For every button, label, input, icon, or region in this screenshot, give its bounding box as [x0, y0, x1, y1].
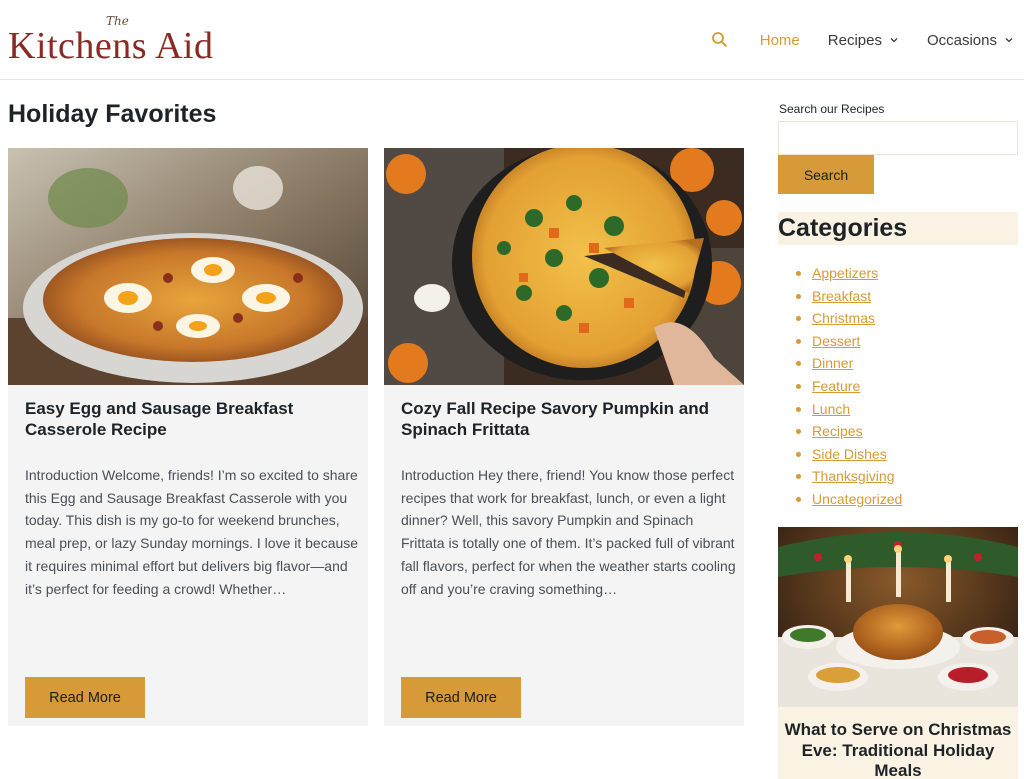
list-item: Dinner: [796, 352, 902, 375]
nav-item-recipes[interactable]: Recipes: [828, 32, 899, 49]
list-item: Christmas: [796, 307, 902, 330]
post-excerpt: Introduction Hey there, friend! You know…: [401, 467, 736, 597]
category-link-lunch[interactable]: Lunch: [812, 401, 850, 417]
category-link-christmas[interactable]: Christmas: [812, 310, 875, 326]
casserole-image[interactable]: [8, 148, 368, 385]
search-icon[interactable]: [710, 30, 730, 50]
nav-item-label: Recipes: [827, 31, 882, 49]
list-item: Feature: [796, 375, 902, 398]
nav-item-label: Home: [759, 31, 800, 49]
category-link-dessert[interactable]: Dessert: [812, 333, 860, 349]
featured-post-card: What to Serve on Christmas Eve: Traditio…: [778, 527, 1018, 779]
page-title: Holiday Favorites: [8, 100, 217, 128]
nav-item-occasions[interactable]: Occasions: [927, 32, 1014, 49]
site-header: The Kitchens Aid Home Recipes Occasions: [0, 0, 1024, 80]
recipe-search-input[interactable]: [778, 121, 1018, 155]
christmas-dinner-image[interactable]: [778, 527, 1018, 707]
chevron-down-icon: [890, 38, 898, 43]
list-item: Lunch: [796, 398, 902, 421]
category-link-feature[interactable]: Feature: [812, 378, 860, 394]
category-link-recipes[interactable]: Recipes: [812, 423, 863, 439]
featured-post-title[interactable]: What to Serve on Christmas Eve: Traditio…: [778, 720, 1018, 779]
category-link-breakfast[interactable]: Breakfast: [812, 288, 871, 304]
list-item: Uncategorized: [796, 488, 902, 511]
nav-item-label: Occasions: [926, 31, 997, 49]
list-item: Appetizers: [796, 262, 902, 285]
frittata-image[interactable]: [384, 148, 744, 385]
post-excerpt: Introduction Welcome, friends! I’m so ex…: [25, 467, 359, 597]
category-link-appetizers[interactable]: Appetizers: [812, 265, 878, 281]
category-link-uncategorized[interactable]: Uncategorized: [812, 491, 902, 507]
post-title[interactable]: Easy Egg and Sausage Breakfast Casserole…: [25, 398, 345, 440]
nav-item-home[interactable]: Home: [760, 32, 800, 49]
search-button[interactable]: Search: [778, 155, 874, 194]
categories-heading: Categories: [778, 212, 1018, 245]
logo-text: Kitchens Aid: [8, 25, 214, 67]
post-card: Cozy Fall Recipe Savory Pumpkin and Spin…: [384, 148, 744, 726]
category-link-dinner[interactable]: Dinner: [812, 355, 853, 371]
read-more-button[interactable]: Read More: [401, 677, 521, 718]
list-item: Side Dishes: [796, 443, 902, 466]
main-nav: Home Recipes Occasions: [710, 26, 1014, 54]
chevron-down-icon: [1005, 38, 1013, 43]
list-item: Thanksgiving: [796, 465, 902, 488]
category-link-thanksgiving[interactable]: Thanksgiving: [812, 468, 895, 484]
site-logo[interactable]: The Kitchens Aid: [8, 14, 224, 66]
post-title[interactable]: Cozy Fall Recipe Savory Pumpkin and Spin…: [401, 398, 721, 440]
list-item: Recipes: [796, 420, 902, 443]
list-item: Dessert: [796, 330, 902, 353]
list-item: Breakfast: [796, 285, 902, 308]
category-list: Appetizers Breakfast Christmas Dessert D…: [796, 262, 902, 511]
post-card: Easy Egg and Sausage Breakfast Casserole…: [8, 148, 368, 726]
read-more-button[interactable]: Read More: [25, 677, 145, 718]
search-label: Search our Recipes: [779, 102, 885, 116]
category-link-side-dishes[interactable]: Side Dishes: [812, 446, 887, 462]
